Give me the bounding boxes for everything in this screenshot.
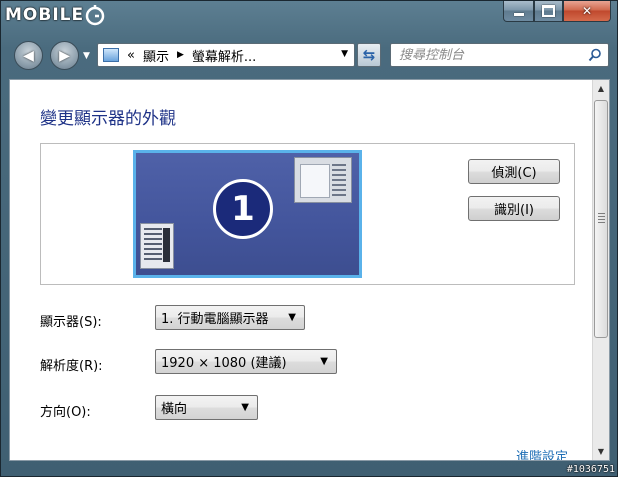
scroll-down-button[interactable]: ▼: [593, 443, 609, 460]
close-button[interactable]: ✕: [563, 1, 611, 22]
recent-pages-dropdown[interactable]: ▼: [83, 51, 90, 61]
page-title: 變更顯示器的外觀: [40, 109, 176, 129]
resolution-select[interactable]: 1920 × 1080 (建議) ▼: [155, 349, 337, 374]
scroll-thumb[interactable]: [594, 100, 608, 338]
window-controls: ✕: [503, 1, 611, 22]
chevron-down-icon: ▼: [288, 312, 296, 323]
watermark-logo-mark-icon: [85, 5, 105, 26]
display-select-value: 1. 行動電腦顯示器: [161, 312, 269, 327]
breadcrumb-separator-icon[interactable]: ▶: [177, 50, 184, 60]
refresh-button[interactable]: ⇆: [357, 43, 381, 67]
back-arrow-icon: ◀: [23, 47, 34, 64]
control-panel-icon: [103, 48, 119, 62]
refresh-icon: ⇆: [362, 46, 376, 64]
orientation-select-value: 橫向: [161, 402, 188, 417]
display-label: 顯示器(S):: [40, 315, 102, 330]
forward-arrow-icon: ▶: [59, 47, 70, 64]
chevron-down-icon: ▼: [320, 356, 328, 367]
orientation-select[interactable]: 橫向 ▼: [155, 395, 258, 420]
preview-window-icon: [294, 157, 352, 203]
monitor-number-badge: 1: [213, 179, 273, 239]
chevron-down-icon: ▼: [241, 402, 249, 413]
back-button[interactable]: ◀: [14, 41, 43, 70]
search-input[interactable]: [399, 46, 579, 64]
watermark-logo-text: MOBILE: [5, 5, 85, 25]
content-area: 變更顯示器的外觀 1 偵測(C) 識別(I) 顯示器(S): 1. 行動電腦顯示…: [9, 79, 610, 461]
maximize-icon: [542, 5, 555, 17]
breadcrumb-prefix[interactable]: «: [127, 48, 135, 63]
navigation-bar: ◀ ▶ ▼ « 顯示 ▶ 螢幕解析... ▼ ⇆: [1, 35, 617, 75]
control-panel-window: MOBILE ✕ ◀ ▶ ▼ « 顯示 ▶ 螢幕解析... ▼ ⇆ 搜尋控制台 …: [0, 0, 618, 477]
orientation-label: 方向(O):: [40, 405, 91, 420]
monitor-arrangement-panel: 1 偵測(C) 識別(I): [40, 143, 575, 285]
minimize-icon: [513, 12, 524, 16]
close-icon: ✕: [581, 4, 593, 18]
search-box[interactable]: [390, 43, 609, 67]
watermark-id: #1036751: [566, 464, 615, 475]
detect-button[interactable]: 偵測(C): [468, 159, 560, 184]
scroll-up-button[interactable]: ▲: [593, 80, 609, 97]
resolution-select-value: 1920 × 1080 (建議): [161, 356, 287, 371]
maximize-button[interactable]: [534, 1, 563, 22]
minimize-button[interactable]: [503, 1, 534, 22]
address-bar[interactable]: « 顯示 ▶ 螢幕解析... ▼: [97, 43, 355, 67]
watermark-logo: MOBILE: [5, 3, 106, 27]
preview-window-small-icon: [140, 223, 174, 269]
breadcrumb-item-display[interactable]: 顯示: [143, 46, 169, 65]
advanced-settings-link[interactable]: 進階設定: [516, 446, 568, 460]
vertical-scrollbar[interactable]: ▲ ▼: [592, 80, 609, 460]
breadcrumb-item-screen-resolution[interactable]: 螢幕解析...: [192, 46, 256, 65]
identify-button[interactable]: 識別(I): [468, 196, 560, 221]
scroll-grip-icon: [598, 213, 605, 223]
forward-button[interactable]: ▶: [50, 41, 79, 70]
display-select[interactable]: 1. 行動電腦顯示器 ▼: [155, 305, 305, 330]
monitor-thumbnail[interactable]: 1: [133, 150, 362, 278]
resolution-label: 解析度(R):: [40, 359, 103, 374]
search-icon[interactable]: [588, 48, 602, 62]
title-bar[interactable]: MOBILE ✕: [1, 1, 617, 35]
address-dropdown-icon[interactable]: ▼: [341, 49, 348, 59]
